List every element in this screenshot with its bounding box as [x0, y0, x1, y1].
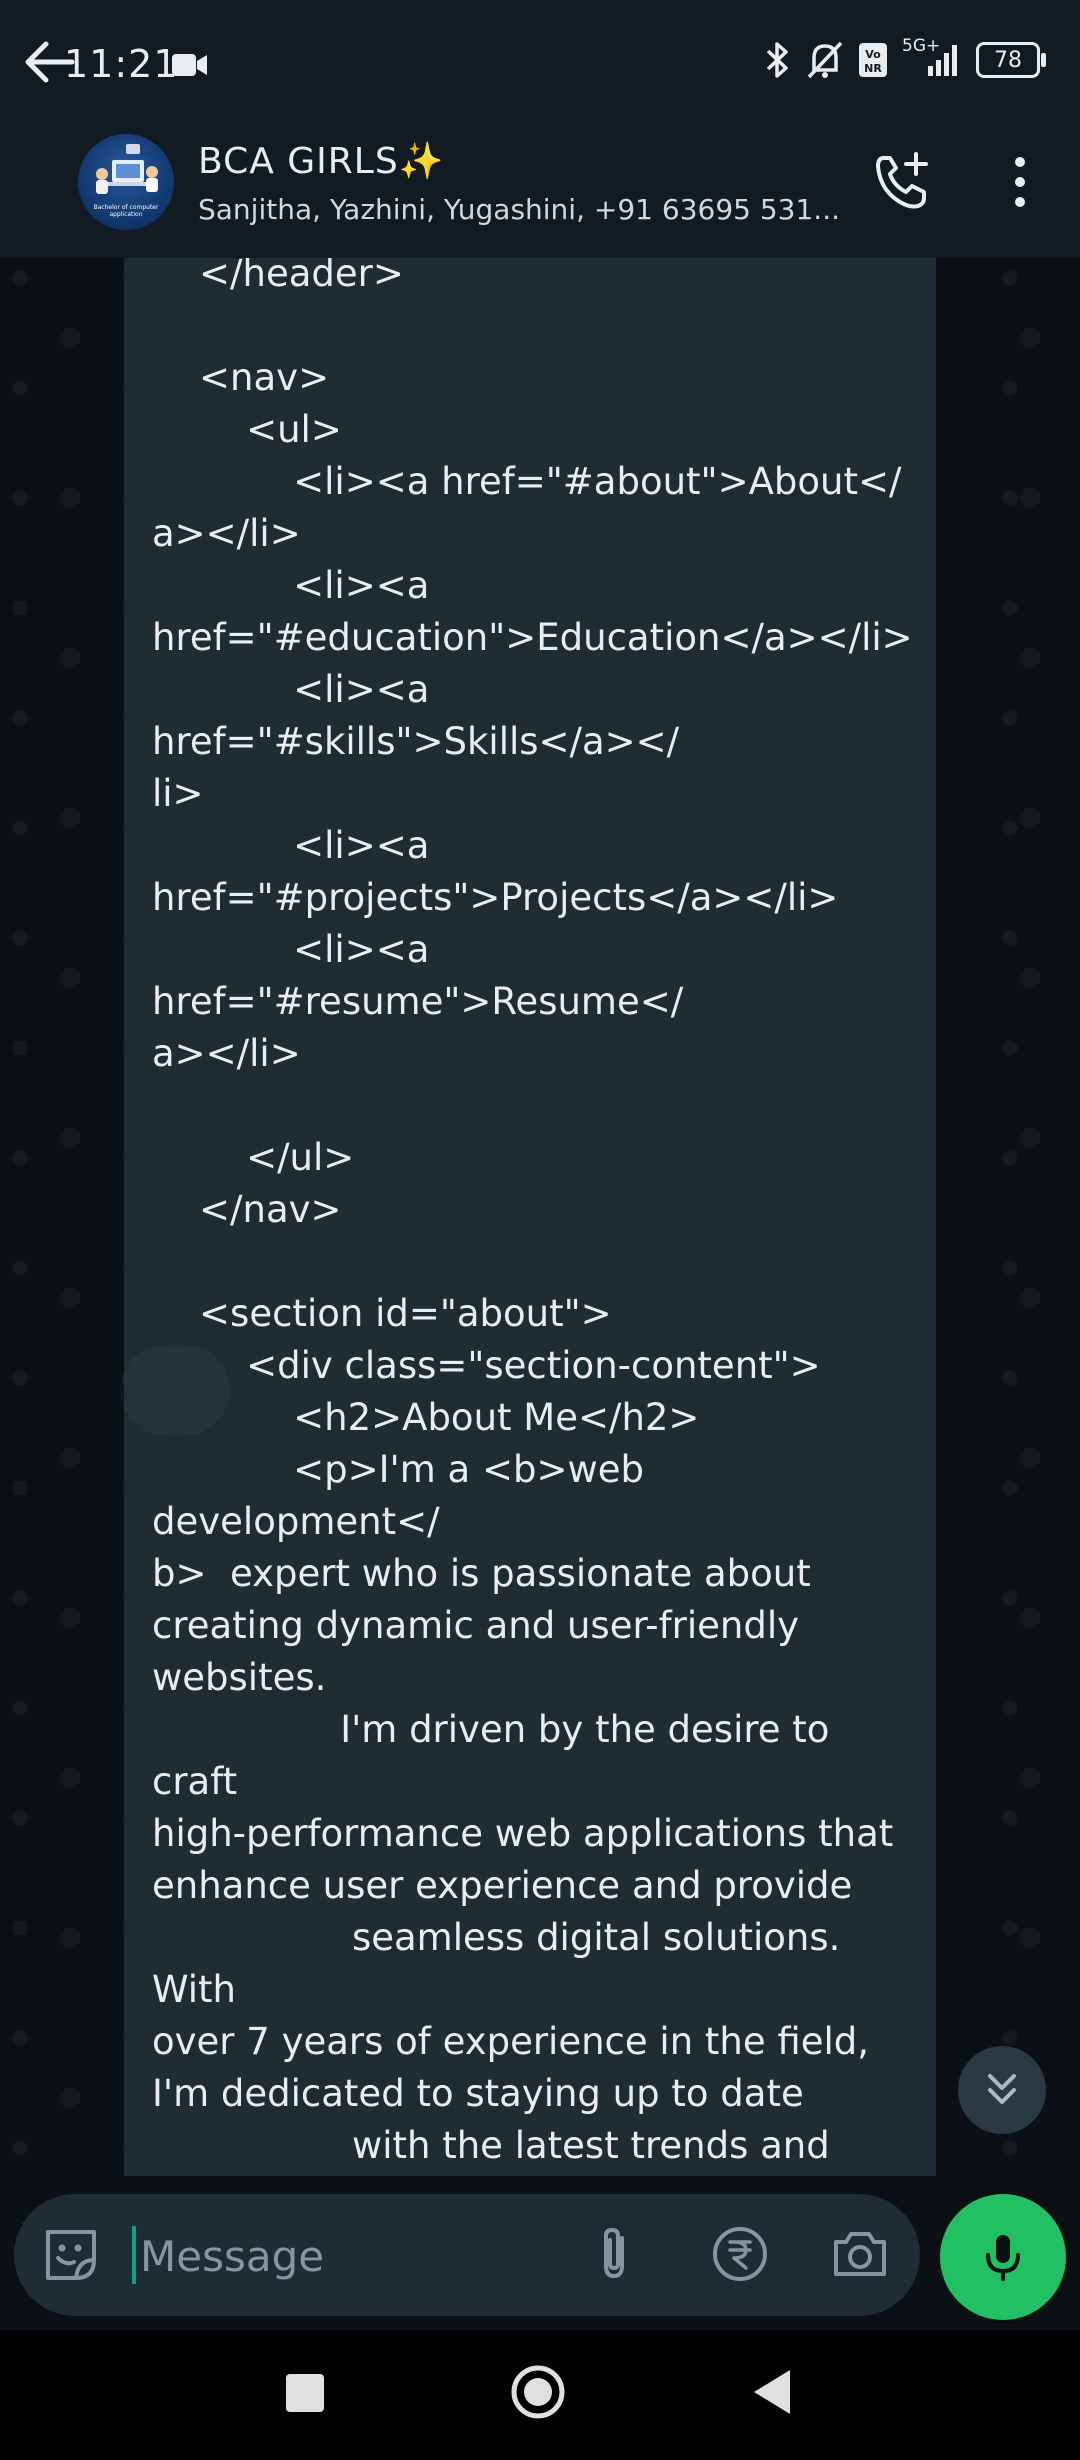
status-icons: Vo NR 5G+ 78: [762, 36, 1046, 80]
double-chevron-down-icon: [988, 2074, 1016, 2104]
message-bubble[interactable]: </header> <nav> <ul> <li><a href="#about…: [124, 258, 936, 2178]
volte-icon: Vo NR: [859, 43, 887, 77]
svg-text:Vo: Vo: [865, 48, 881, 61]
signal-icon: 5G+: [902, 36, 962, 80]
add-call-icon[interactable]: [870, 150, 934, 214]
voice-record-button[interactable]: [940, 2194, 1066, 2320]
recents-square-icon[interactable]: [286, 2374, 324, 2412]
reaction-indicator: [120, 1345, 230, 1435]
battery-icon: 78: [976, 42, 1046, 78]
back-arrow-icon[interactable]: [18, 30, 82, 94]
rupee-payment-icon[interactable]: [708, 2222, 772, 2286]
message-composer: [14, 2194, 920, 2316]
video-camera-icon: [172, 54, 207, 76]
chat-area[interactable]: </header> <nav> <ul> <li><a href="#about…: [0, 258, 1080, 2178]
more-options-icon[interactable]: [1000, 150, 1040, 214]
group-members[interactable]: Sanjitha, Yazhini, Yugashini, +91 63695 …: [198, 193, 840, 226]
paperclip-icon[interactable]: [582, 2222, 646, 2286]
sticker-emoji-icon[interactable]: [40, 2224, 102, 2286]
group-title[interactable]: BCA GIRLS✨: [198, 140, 445, 182]
battery-level: 78: [994, 47, 1022, 73]
svg-text:NR: NR: [864, 62, 882, 75]
group-avatar[interactable]: Bachelor of computer application: [78, 134, 174, 230]
camera-icon[interactable]: [828, 2222, 892, 2286]
avatar-caption: Bachelor of computer application: [93, 204, 159, 218]
scroll-to-bottom-button[interactable]: [958, 2046, 1046, 2134]
message-input[interactable]: [132, 2220, 582, 2292]
back-triangle-icon[interactable]: [752, 2368, 792, 2416]
bluetooth-icon: [766, 42, 788, 78]
home-circle-icon[interactable]: [510, 2364, 566, 2420]
bell-muted-icon: [807, 41, 843, 79]
system-navigation-bar: [0, 2330, 1080, 2460]
message-text: </header> <nav> <ul> <li><a href="#about…: [152, 258, 913, 2178]
microphone-icon: [986, 2235, 1020, 2281]
status-bar: 11:21 Vo NR 5G+ 78: [0, 0, 1080, 130]
